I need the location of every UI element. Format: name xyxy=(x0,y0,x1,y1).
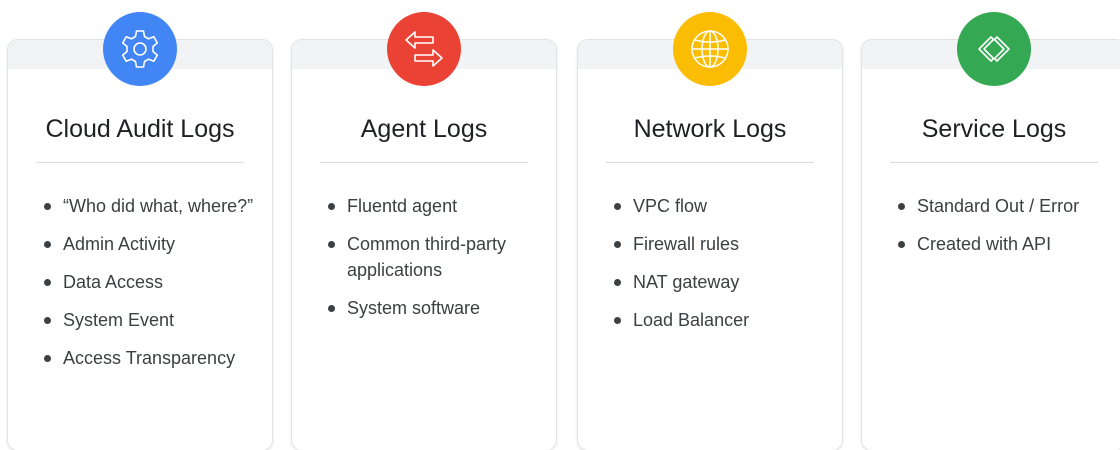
bullet-list: Fluentd agent Common third-party applica… xyxy=(328,193,550,333)
bullet-list: Standard Out / Error Created with API xyxy=(898,193,1120,269)
code-brackets-icon xyxy=(957,12,1031,86)
divider xyxy=(36,162,244,163)
list-item: “Who did what, where?” xyxy=(44,193,266,219)
card-title: Network Logs xyxy=(633,115,787,143)
list-item: System software xyxy=(328,295,550,321)
list-item: Data Access xyxy=(44,269,266,295)
card-agent-logs: Agent Logs Fluentd agent Common third-pa… xyxy=(292,12,556,450)
list-item: NAT gateway xyxy=(614,269,836,295)
divider xyxy=(606,162,814,163)
card-network-logs: Network Logs VPC flow Firewall rules NAT… xyxy=(578,12,842,450)
card-title: Cloud Audit Logs xyxy=(45,115,235,143)
card-cloud-audit-logs: Cloud Audit Logs “Who did what, where?” … xyxy=(8,12,272,450)
list-item: Access Transparency xyxy=(44,345,266,371)
globe-icon xyxy=(673,12,747,86)
list-item: Firewall rules xyxy=(614,231,836,257)
list-item: Fluentd agent xyxy=(328,193,550,219)
transfer-arrows-icon xyxy=(387,12,461,86)
list-item: Created with API xyxy=(898,231,1120,257)
bullet-list: “Who did what, where?” Admin Activity Da… xyxy=(44,193,266,383)
card-title: Service Logs xyxy=(921,115,1067,143)
card-title: Agent Logs xyxy=(360,115,488,143)
list-item: Load Balancer xyxy=(614,307,836,333)
gear-icon xyxy=(103,12,177,86)
list-item: Common third-party applications xyxy=(328,231,550,283)
divider xyxy=(320,162,528,163)
card-service-logs: Service Logs Standard Out / Error Create… xyxy=(862,12,1120,450)
list-item: Admin Activity xyxy=(44,231,266,257)
divider xyxy=(890,162,1098,163)
list-item: VPC flow xyxy=(614,193,836,219)
bullet-list: VPC flow Firewall rules NAT gateway Load… xyxy=(614,193,836,345)
list-item: System Event xyxy=(44,307,266,333)
list-item: Standard Out / Error xyxy=(898,193,1120,219)
